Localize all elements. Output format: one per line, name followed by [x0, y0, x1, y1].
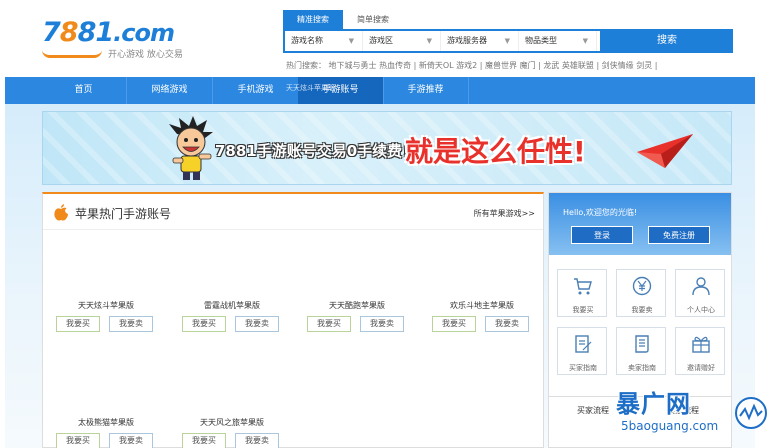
- watermark-brand: 暴广网: [616, 390, 691, 418]
- tile-user-center[interactable]: 个人中心: [675, 269, 725, 317]
- game-name: 天天风之旅苹果版: [200, 418, 264, 427]
- mascot-icon: [169, 116, 213, 180]
- game-card: 太极熊猫苹果版 我要买 我要卖: [51, 417, 161, 448]
- chevron-down-icon: ▼: [504, 37, 510, 45]
- register-button[interactable]: 免费注册: [648, 226, 710, 244]
- game-name: 天天酷跑苹果版: [329, 301, 385, 310]
- watermark-logo-icon: [735, 397, 767, 429]
- buy-button[interactable]: 我要买: [182, 433, 226, 448]
- main-nav: 首页 网络游戏 手机游戏 手游账号 手游推荐: [5, 77, 755, 104]
- chevron-down-icon: ▼: [582, 37, 588, 45]
- nav-online-games[interactable]: 网络游戏: [127, 77, 213, 104]
- sell-button[interactable]: 我要卖: [109, 316, 153, 332]
- item-type-select[interactable]: 物品类型 ▼: [519, 31, 597, 51]
- logo-slogan: 开心游戏 放心交易: [108, 50, 183, 60]
- search-fields: 游戏名称 ▼ 游戏区 ▼ 游戏服务器 ▼ 物品类型 ▼: [285, 31, 600, 51]
- chevron-down-icon: ▼: [348, 37, 354, 45]
- search-button[interactable]: 搜索: [601, 29, 733, 53]
- sell-button[interactable]: 我要卖: [235, 433, 279, 448]
- buy-button[interactable]: 我要买: [432, 316, 476, 332]
- buy-button[interactable]: 我要买: [182, 316, 226, 332]
- apple-games-panel: 苹果热门手游账号 所有苹果游戏>> 天天炫斗苹果版 我要买 我要卖 雷霆战机苹果…: [42, 192, 544, 448]
- banner-text: 7881手游账号交易0手续费！: [215, 142, 418, 160]
- cart-icon: [574, 278, 592, 295]
- search-tabs: 精准搜索 简单搜索: [283, 10, 403, 30]
- edit-icon: [575, 335, 592, 353]
- game-server-select[interactable]: 游戏服务器 ▼: [441, 31, 519, 51]
- chevron-down-icon: ▼: [426, 37, 432, 45]
- game-card: 天天酷跑苹果版 我要买 我要卖: [302, 300, 412, 340]
- sell-button[interactable]: 我要卖: [485, 316, 529, 332]
- tab-precise-search[interactable]: 精准搜索: [283, 10, 343, 30]
- login-button[interactable]: 登录: [571, 226, 633, 244]
- tile-buy[interactable]: 我要买: [557, 269, 607, 317]
- hot-search-links[interactable]: 热门搜索： 地下城与勇士 热血传奇 | 新倚天OL 游戏2 | 魔兽世界 魔门 …: [286, 60, 657, 71]
- tab-simple-search[interactable]: 简单搜索: [343, 10, 403, 30]
- nav-home[interactable]: 首页: [41, 77, 127, 104]
- tile-sell[interactable]: 我要卖: [616, 269, 666, 317]
- user-icon: [692, 277, 710, 296]
- game-name: 雷霆战机苹果版: [204, 301, 260, 310]
- banner-slogan: 就是这么任性!: [405, 135, 586, 168]
- apple-icon: [54, 204, 68, 221]
- logo-swoosh: [42, 50, 102, 58]
- all-apple-games-link[interactable]: 所有苹果游戏>>: [474, 208, 535, 219]
- game-card: 雷霆战机苹果版 我要买 我要卖: [177, 300, 287, 340]
- welcome-text: Hello,欢迎您的光临!: [563, 208, 638, 217]
- tile-seller-guide[interactable]: 卖家指南: [616, 327, 666, 375]
- game-name: 天天炫斗苹果版: [78, 301, 134, 310]
- sell-button[interactable]: 我要卖: [360, 316, 404, 332]
- logo-wordmark: 7881.com: [42, 17, 175, 48]
- promo-banner[interactable]: 7881手游账号交易0手续费！ 就是这么任性!: [42, 111, 732, 185]
- buy-button[interactable]: 我要买: [307, 316, 351, 332]
- welcome-box: Hello,欢迎您的光临! 登录 免费注册: [549, 193, 731, 255]
- panel-title: 苹果热门手游账号: [75, 207, 172, 221]
- game-name: 欢乐斗地主苹果版: [450, 301, 514, 310]
- tile-buyer-guide[interactable]: 买家指南: [557, 327, 607, 375]
- gift-icon: [692, 336, 710, 353]
- site-logo[interactable]: 7881.com 开心游戏 放心交易: [42, 18, 192, 62]
- sell-button[interactable]: 我要卖: [109, 433, 153, 448]
- panel-header: 苹果热门手游账号 所有苹果游戏>>: [43, 194, 543, 230]
- sell-button[interactable]: 我要卖: [235, 316, 279, 332]
- game-card: 天天炫斗苹果版 我要买 我要卖: [51, 300, 161, 340]
- tile-invite[interactable]: 邀请赠好: [675, 327, 725, 375]
- buyer-flow-tab[interactable]: 买家流程: [577, 405, 609, 416]
- game-name: 太极熊猫苹果版: [78, 418, 134, 427]
- buy-button[interactable]: 我要买: [56, 316, 100, 332]
- game-zone-select[interactable]: 游戏区 ▼: [363, 31, 441, 51]
- yen-icon: [632, 276, 652, 296]
- search-bar: 游戏名称 ▼ 游戏区 ▼ 游戏服务器 ▼ 物品类型 ▼ 搜索: [283, 29, 733, 53]
- game-name-select[interactable]: 游戏名称 ▼: [285, 31, 363, 51]
- scroll-icon: [635, 335, 649, 353]
- watermark-url: 5baoguang.com: [621, 419, 719, 433]
- nav-mobile-recommend[interactable]: 手游推荐: [383, 77, 469, 104]
- nav-dropdown-hint[interactable]: 天天炫斗苹果版: [286, 83, 335, 93]
- buy-button[interactable]: 我要买: [56, 433, 100, 448]
- game-card: 天天风之旅苹果版 我要买 我要卖: [177, 417, 287, 448]
- game-card: 欢乐斗地主苹果版 我要买 我要卖: [427, 300, 537, 340]
- paper-plane-icon: [637, 134, 693, 168]
